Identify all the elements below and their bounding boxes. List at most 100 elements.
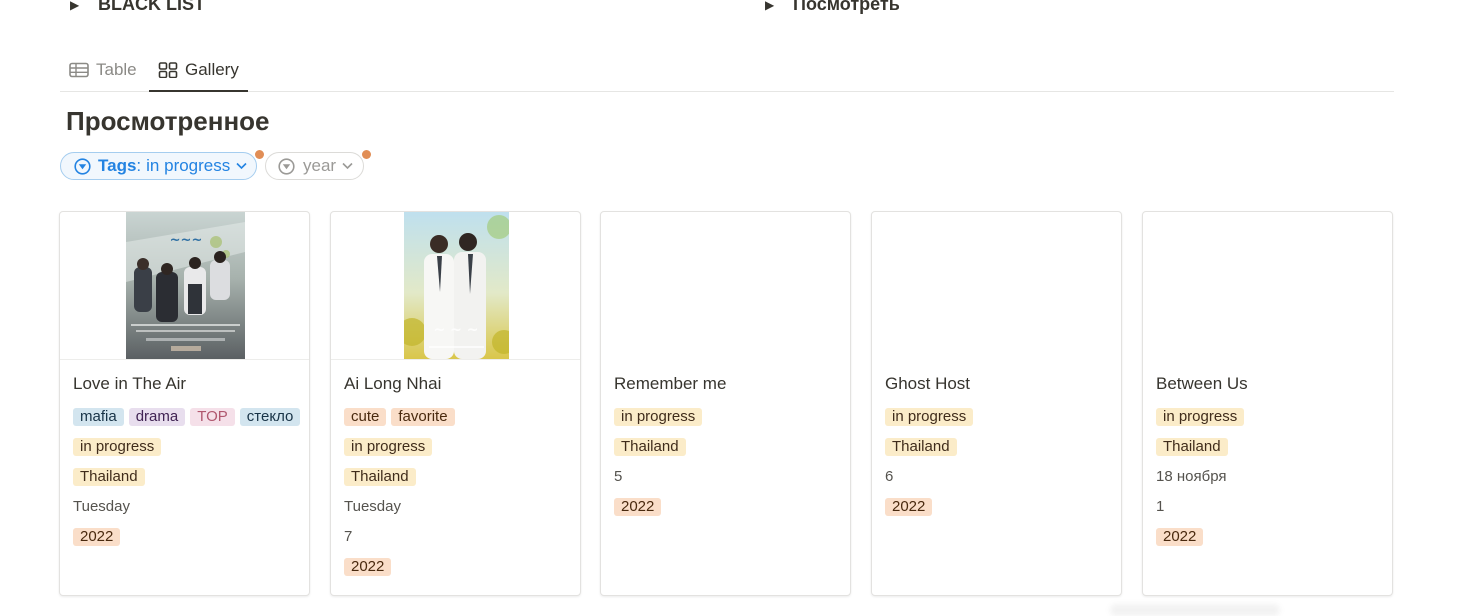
episode-property: 7 (344, 528, 570, 558)
filter-icon (278, 157, 295, 175)
year-tag: 2022 (885, 498, 933, 516)
country-property: Thailand (344, 468, 570, 498)
tags-filter-key: Tags (98, 156, 137, 175)
gallery-card[interactable]: ~~~ Love in The Air mafia drama TOP стек… (59, 211, 310, 596)
status-tag: in progress (73, 438, 162, 456)
status-property: in progress (614, 408, 840, 438)
view-tabs: Table Gallery (60, 50, 1394, 92)
chevron-down-icon (236, 162, 247, 170)
year-property: 2022 (73, 528, 299, 558)
country-tag: Thailand (73, 468, 145, 486)
database-title[interactable]: Просмотренное (66, 106, 270, 137)
year-tag: 2022 (614, 498, 662, 516)
chevron-down-icon (342, 162, 353, 170)
day-value: Tuesday (344, 498, 401, 515)
tab-label: Gallery (185, 60, 239, 79)
toggle-watch[interactable]: ▶ Посмотреть (765, 0, 900, 15)
episode-value: 6 (885, 468, 894, 485)
country-property: Thailand (1156, 438, 1382, 468)
toggle-triangle-icon: ▶ (765, 0, 775, 12)
status-property: in progress (73, 438, 299, 468)
gallery-card[interactable]: Ghost Host in progress Thailand 6 2022 (871, 211, 1122, 596)
country-tag: Thailand (1156, 438, 1228, 456)
poster-image: ~ ~ ~ (404, 212, 509, 359)
svg-text:~~~: ~~~ (170, 233, 203, 248)
table-icon (69, 62, 89, 78)
episode-value: 1 (1156, 498, 1165, 515)
card-title: Between Us (1156, 374, 1248, 393)
card-cover-empty (601, 212, 850, 360)
svg-text:~ ~ ~: ~ ~ ~ (434, 322, 479, 338)
status-property: in progress (1156, 408, 1382, 438)
tags-property: cute favorite (344, 408, 570, 438)
episode-property: 6 (885, 468, 1111, 498)
tab-gallery[interactable]: Gallery (149, 50, 248, 92)
tag-top: TOP (190, 408, 235, 426)
active-filter-indicator (255, 150, 264, 159)
card-cover-empty (1143, 212, 1392, 360)
episode-value: 5 (614, 468, 623, 485)
tag-favorite: favorite (391, 408, 455, 426)
scroll-shadow (1110, 604, 1280, 616)
tag-drama: drama (128, 408, 186, 426)
card-properties: cute favorite in progress Thailand Tuesd… (344, 408, 570, 588)
country-tag: Thailand (344, 468, 416, 486)
episode-property: 1 (1156, 498, 1382, 528)
card-properties: in progress Thailand 6 2022 (885, 408, 1111, 528)
year-property: 2022 (344, 558, 570, 588)
tab-table[interactable]: Table (69, 50, 137, 90)
day-property: Tuesday (73, 498, 299, 528)
gallery-card[interactable]: Remember me in progress Thailand 5 2022 (600, 211, 851, 596)
year-tag: 2022 (344, 558, 392, 576)
filter-icon (74, 157, 91, 175)
card-title: Love in The Air (73, 374, 187, 393)
card-title: Ai Long Nhai (344, 374, 442, 393)
tags-filter-value: in progress (146, 156, 231, 175)
year-property: 2022 (1156, 528, 1382, 558)
tag-cute: cute (344, 408, 387, 426)
day-value: 18 ноября (1156, 468, 1227, 485)
year-tag: 2022 (73, 528, 121, 546)
country-property: Thailand (885, 438, 1111, 468)
year-tag: 2022 (1156, 528, 1204, 546)
status-property: in progress (344, 438, 570, 468)
card-title: Ghost Host (885, 374, 971, 393)
gallery-icon (158, 62, 178, 78)
active-filter-indicator (362, 150, 371, 159)
episode-value: 7 (344, 528, 353, 545)
tag-glass: стекло (239, 408, 301, 426)
card-cover: ~~~ (60, 212, 309, 360)
card-properties: in progress Thailand 18 ноября 1 2022 (1156, 408, 1382, 558)
card-cover-empty (872, 212, 1121, 360)
toggle-triangle-icon: ▶ (70, 0, 80, 12)
tags-filter-button[interactable]: Tags: in progress (60, 150, 264, 180)
country-property: Thailand (73, 468, 299, 498)
year-filter-label: year (303, 156, 337, 175)
year-property: 2022 (885, 498, 1111, 528)
year-property: 2022 (614, 498, 840, 528)
status-tag: in progress (1156, 408, 1245, 426)
toggle-black-list[interactable]: ▶ BLACK LIST (70, 0, 205, 15)
year-filter-button[interactable]: year (265, 150, 371, 180)
day-value: Tuesday (73, 498, 130, 515)
card-title: Remember me (614, 374, 727, 393)
toggle-label: BLACK LIST (98, 0, 205, 14)
country-tag: Thailand (614, 438, 686, 456)
poster-image: ~~~ (126, 212, 245, 359)
card-properties: mafia drama TOP стекло in progress Thail… (73, 408, 301, 558)
country-tag: Thailand (885, 438, 957, 456)
day-property: Tuesday (344, 498, 570, 528)
status-tag: in progress (344, 438, 433, 456)
day-property: 18 ноября (1156, 468, 1382, 498)
status-tag: in progress (614, 408, 703, 426)
tag-mafia: mafia (73, 408, 124, 426)
status-property: in progress (885, 408, 1111, 438)
tags-filter-separator: : (136, 156, 142, 175)
toggle-label: Посмотреть (793, 0, 900, 14)
tags-property: mafia drama TOP стекло (73, 408, 301, 438)
card-cover: ~ ~ ~ (331, 212, 580, 360)
gallery-card[interactable]: Between Us in progress Thailand 18 ноябр… (1142, 211, 1393, 596)
status-tag: in progress (885, 408, 974, 426)
card-properties: in progress Thailand 5 2022 (614, 408, 840, 528)
gallery-card[interactable]: ~ ~ ~ Ai Long Nhai cute favorite in prog… (330, 211, 581, 596)
